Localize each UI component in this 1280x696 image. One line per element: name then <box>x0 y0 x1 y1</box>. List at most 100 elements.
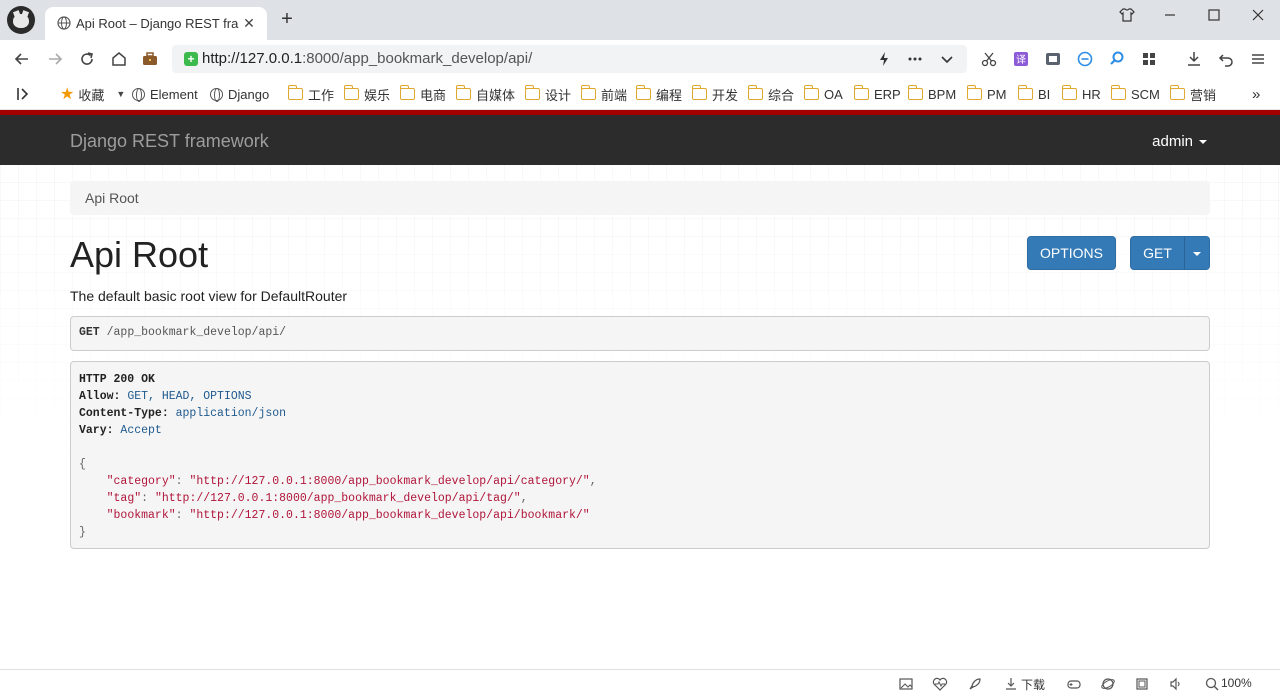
bookmark-folder[interactable]: 综合 <box>747 85 794 103</box>
translate-icon[interactable]: 译 <box>1011 49 1031 69</box>
folder-icon <box>287 85 303 100</box>
game-icon[interactable] <box>1066 676 1082 692</box>
request-path: /app_bookmark_develop/api/ <box>106 326 287 339</box>
bookmarks-bar: ★ 收藏 ▼ Element Django 工作 娱乐 电商 自媒体 设计 前端 编… <box>0 78 1280 110</box>
briefcase-icon[interactable] <box>140 49 160 69</box>
bookmark-folder[interactable]: 前端 <box>580 85 627 103</box>
tab-title: Api Root – Django REST fra <box>76 16 239 31</box>
image-icon[interactable] <box>898 676 914 692</box>
more-bookmarks-icon[interactable]: » <box>1252 85 1260 103</box>
caret-down-icon <box>1199 140 1207 145</box>
url-text[interactable]: http://127.0.0.1:8000/app_bookmark_devel… <box>202 50 532 67</box>
request-info: GET /app_bookmark_develop/api/ <box>70 316 1210 351</box>
bookmark-folder[interactable]: 自媒体 <box>455 85 515 103</box>
forward-icon[interactable] <box>45 49 65 69</box>
bookmark-folder[interactable]: 开发 <box>691 85 738 103</box>
minimize-icon[interactable] <box>1160 5 1180 25</box>
bookmark-folder[interactable]: ERP <box>853 85 901 103</box>
folder-icon <box>907 85 923 100</box>
json-link[interactable]: "http://127.0.0.1:8000/app_bookmark_deve… <box>189 475 589 488</box>
folder-icon <box>1061 85 1077 100</box>
bookmark-folder[interactable]: 工作 <box>287 85 334 103</box>
bookmark-folder[interactable]: 电商 <box>399 85 446 103</box>
undo-icon[interactable] <box>1216 49 1236 69</box>
caret-down-icon: ▼ <box>116 89 126 99</box>
bookmark-folder[interactable]: BI <box>1017 85 1050 103</box>
bookmark-favorites[interactable]: ★ 收藏 ▼ <box>60 85 125 103</box>
page-title: Api Root <box>70 234 209 275</box>
window-icon[interactable] <box>1134 676 1150 692</box>
folder-icon <box>455 85 471 100</box>
folder-icon <box>524 85 540 100</box>
bookmark-folder[interactable]: OA <box>803 85 843 103</box>
more-dots-icon[interactable] <box>905 49 925 69</box>
header-content-type-value: application/json <box>175 407 287 420</box>
heartbeat-icon[interactable] <box>932 676 948 692</box>
bookmark-folder[interactable]: BPM <box>907 85 956 103</box>
bookmark-element[interactable]: Element <box>132 85 198 103</box>
user-menu[interactable]: admin <box>1152 133 1207 150</box>
address-toolbar: + http://127.0.0.1:8000/app_bookmark_dev… <box>0 40 1280 78</box>
reload-icon[interactable] <box>77 49 97 69</box>
json-link[interactable]: "http://127.0.0.1:8000/app_bookmark_deve… <box>189 509 589 522</box>
apps-grid-icon[interactable] <box>1139 49 1159 69</box>
chevron-down-icon[interactable] <box>937 49 957 69</box>
rocket-icon[interactable] <box>967 676 983 692</box>
ie-compat-icon[interactable] <box>1100 676 1116 692</box>
bookmark-folder[interactable]: PM <box>966 85 1007 103</box>
bookmark-folder[interactable]: 营销 <box>1169 85 1216 103</box>
globe-icon <box>210 87 223 102</box>
zoom-level[interactable]: 100% <box>1221 676 1252 690</box>
breadcrumb: Api Root <box>70 181 1210 215</box>
zoom-icon[interactable] <box>1204 676 1220 692</box>
scissors-icon[interactable] <box>979 49 999 69</box>
header-vary-value: Accept <box>120 424 162 437</box>
response-info: HTTP 200 OK Allow: GET, HEAD, OPTIONS Co… <box>70 361 1210 549</box>
new-tab-button[interactable]: + <box>278 9 296 29</box>
address-bar[interactable]: + http://127.0.0.1:8000/app_bookmark_dev… <box>172 45 967 73</box>
search-icon[interactable] <box>1107 49 1127 69</box>
page-viewport: Django REST framework admin Api Root Api… <box>0 110 1280 669</box>
maximize-icon[interactable] <box>1204 5 1224 25</box>
bookmark-folder[interactable]: 娱乐 <box>343 85 390 103</box>
drf-navbar: Django REST framework admin <box>0 110 1280 165</box>
header-allow-value: GET, HEAD, OPTIONS <box>127 390 252 403</box>
get-button[interactable]: GET <box>1130 236 1185 270</box>
reader-icon[interactable] <box>1043 49 1063 69</box>
folder-icon <box>343 85 359 100</box>
lightning-icon[interactable] <box>874 49 894 69</box>
globe-icon <box>132 87 145 102</box>
download-icon[interactable] <box>1184 49 1204 69</box>
brand-link[interactable]: Django REST framework <box>70 131 269 152</box>
home-icon[interactable] <box>109 49 129 69</box>
bookmark-folder[interactable]: 编程 <box>635 85 682 103</box>
profile-avatar[interactable] <box>7 6 35 34</box>
download-icon[interactable] <box>1003 676 1019 692</box>
bookmark-folder[interactable]: 设计 <box>524 85 571 103</box>
adblock-icon[interactable] <box>1075 49 1095 69</box>
volume-icon[interactable] <box>1168 676 1184 692</box>
folder-icon <box>747 85 763 100</box>
bookmark-folder[interactable]: HR <box>1061 85 1101 103</box>
folder-icon <box>399 85 415 100</box>
folder-icon <box>635 85 651 100</box>
options-button[interactable]: OPTIONS <box>1027 236 1116 270</box>
folder-icon <box>580 85 596 100</box>
window-close-icon[interactable] <box>1248 5 1268 25</box>
bookmark-folder[interactable]: SCM <box>1110 85 1160 103</box>
back-icon[interactable] <box>12 49 32 69</box>
shirt-icon[interactable] <box>1117 5 1137 25</box>
bookmark-django[interactable]: Django <box>210 85 274 103</box>
view-description: The default basic root view for DefaultR… <box>70 288 348 304</box>
json-key: "bookmark" <box>106 509 176 522</box>
json-link[interactable]: "http://127.0.0.1:8000/app_bookmark_deve… <box>155 492 521 505</box>
menu-icon[interactable] <box>1248 49 1268 69</box>
tab-strip: Api Root – Django REST fra ✕ + <box>0 0 1280 40</box>
secure-plus-icon: + <box>184 52 198 66</box>
get-format-dropdown[interactable] <box>1184 236 1210 270</box>
sidebar-toggle-icon[interactable] <box>14 85 32 103</box>
browser-tab-active[interactable]: Api Root – Django REST fra ✕ <box>45 7 267 40</box>
download-label[interactable]: 下载 <box>1021 676 1045 693</box>
breadcrumb-item[interactable]: Api Root <box>85 190 139 206</box>
close-icon[interactable]: ✕ <box>241 15 257 32</box>
